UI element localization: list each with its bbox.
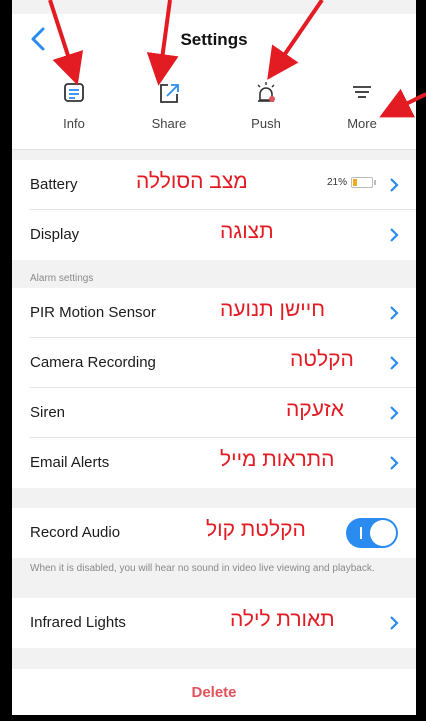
phone-frame: Settings Info Share Push More Battery מצ… <box>0 0 426 721</box>
record-audio-note: When it is disabled, you will hear no so… <box>30 563 375 574</box>
display-annotation: תצוגה <box>220 220 274 243</box>
siren-row[interactable]: Siren אזעקה <box>12 388 416 438</box>
camera-recording-row[interactable]: Camera Recording הקלטה <box>12 338 416 388</box>
delete-label: Delete <box>191 684 237 701</box>
chevron-right-icon <box>390 356 399 370</box>
infrared-annotation: תאורת לילה <box>230 608 335 631</box>
battery-indicator: 21% <box>327 177 376 188</box>
info-icon <box>64 83 84 102</box>
battery-label: Battery <box>30 176 78 193</box>
share-icon <box>160 84 179 103</box>
recording-label: Camera Recording <box>30 354 156 371</box>
chevron-right-icon <box>390 178 399 192</box>
record-audio-row: Record Audio הקלטת קול <box>12 508 416 558</box>
siren-label: Siren <box>30 404 66 421</box>
more-button[interactable]: More <box>322 80 402 131</box>
display-label: Display <box>30 226 80 243</box>
share-label: Share <box>151 116 187 131</box>
chevron-right-icon <box>390 306 399 320</box>
recording-annotation: הקלטה <box>290 348 354 371</box>
push-label: Push <box>251 116 281 131</box>
battery-annotation: מצב הסוללה <box>136 170 248 193</box>
infrared-lights-row[interactable]: Infrared Lights תאורת לילה <box>12 598 416 648</box>
chevron-right-icon <box>390 406 399 420</box>
record-audio-note-area: When it is disabled, you will hear no so… <box>12 558 416 598</box>
push-button[interactable]: Push <box>226 80 306 131</box>
record-audio-toggle[interactable] <box>346 518 398 548</box>
chevron-right-icon <box>390 616 399 630</box>
alarm-section-header: Alarm settings <box>12 260 416 288</box>
alarm-section-title: Alarm settings <box>30 273 94 284</box>
delete-button[interactable]: Delete <box>12 669 416 715</box>
chevron-right-icon <box>390 228 399 242</box>
action-toolbar: Info Share Push More <box>12 64 416 150</box>
battery-icon <box>351 177 373 188</box>
infrared-label: Infrared Lights <box>30 614 126 631</box>
record-audio-label: Record Audio <box>30 524 121 541</box>
info-button[interactable]: Info <box>34 80 114 131</box>
page-title: Settings <box>180 30 248 49</box>
pir-motion-sensor-row[interactable]: PIR Motion Sensor חיישן תנועה <box>12 288 416 338</box>
display-row[interactable]: Display תצוגה <box>12 210 416 260</box>
siren-annotation: אזעקה <box>286 398 344 421</box>
pir-annotation: חיישן תנועה <box>220 298 326 321</box>
menu-icon <box>353 86 371 98</box>
chevron-right-icon <box>390 456 399 470</box>
email-alerts-row[interactable]: Email Alerts התראות מייל <box>12 438 416 488</box>
email-label: Email Alerts <box>30 454 110 471</box>
info-label: Info <box>63 116 85 131</box>
more-label: More <box>347 116 377 131</box>
section-spacer <box>12 488 416 508</box>
alarm-bell-icon <box>257 82 275 102</box>
battery-percent: 21% <box>326 177 347 188</box>
email-annotation: התראות מייל <box>220 448 335 471</box>
share-button[interactable]: Share <box>129 80 209 131</box>
pir-label: PIR Motion Sensor <box>30 304 156 321</box>
navigation-bar: Settings <box>12 14 416 64</box>
record-audio-annotation: הקלטת קול <box>206 518 306 541</box>
battery-row[interactable]: Battery מצב הסוללה 21% <box>12 160 416 210</box>
